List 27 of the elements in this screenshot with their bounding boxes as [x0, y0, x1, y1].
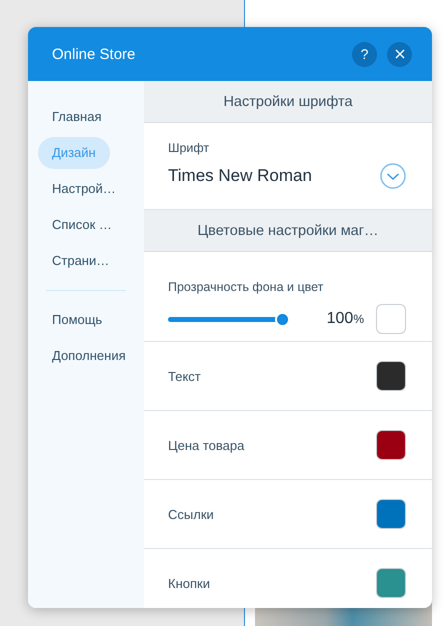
- help-button[interactable]: ?: [352, 42, 377, 66]
- sidebar-item[interactable]: Главная: [38, 101, 116, 133]
- sidebar-item[interactable]: Помощь: [38, 304, 116, 336]
- close-icon: [394, 49, 404, 59]
- opacity-label: Прозрачность фона и цвет: [168, 280, 324, 294]
- color-label: Кнопки: [168, 576, 210, 590]
- font-value: Times New Roman: [168, 166, 312, 186]
- opacity-slider[interactable]: [168, 312, 290, 326]
- color-swatch[interactable]: [376, 430, 406, 460]
- color-swatch[interactable]: [376, 304, 406, 334]
- dropdown-icon[interactable]: [380, 163, 406, 189]
- sidebar-item[interactable]: Настрой…: [38, 173, 130, 205]
- font-label: Шрифт: [168, 141, 210, 155]
- opacity-reading: 100%: [326, 310, 364, 328]
- color-label: Цена товара: [168, 438, 244, 452]
- sidebar-item[interactable]: Страни…: [38, 245, 124, 277]
- close-button[interactable]: [387, 42, 412, 66]
- color-swatch[interactable]: [376, 499, 406, 529]
- color-label: Ссылки: [168, 506, 214, 522]
- color-swatch[interactable]: [376, 568, 406, 598]
- color-swatch[interactable]: [376, 361, 406, 391]
- section-title: Цветовые настройки маг…: [197, 222, 379, 238]
- window-title: Online Store: [52, 46, 136, 62]
- section-title: Настройки шрифта: [223, 94, 353, 110]
- sidebar-item[interactable]: Дополнения: [38, 340, 140, 372]
- color-label: Текст: [168, 368, 201, 384]
- sidebar-item[interactable]: Список …: [38, 209, 126, 241]
